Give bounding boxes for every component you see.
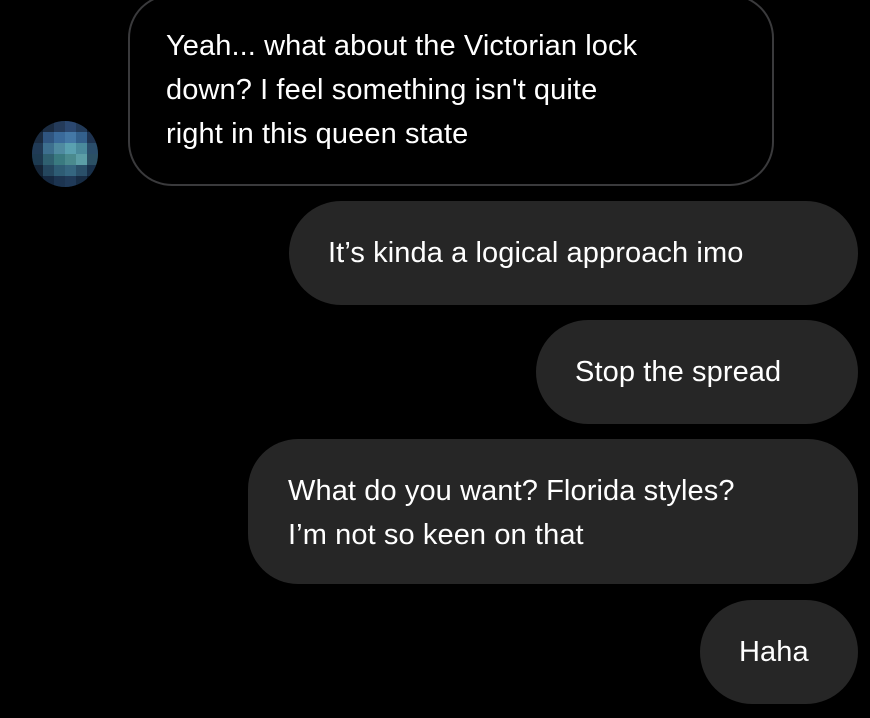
- outgoing-message-bubble[interactable]: What do you want? Florida styles? I’m no…: [248, 439, 858, 584]
- incoming-message-bubble[interactable]: Yeah... what about the Victorian lock do…: [128, 0, 774, 186]
- message-thread: Yeah... what about the Victorian lock do…: [0, 0, 870, 718]
- contact-avatar[interactable]: [32, 121, 98, 187]
- outgoing-message-bubble[interactable]: It’s kinda a logical approach imo: [289, 201, 858, 305]
- outgoing-message-bubble[interactable]: Stop the spread: [536, 320, 858, 424]
- outgoing-message-bubble[interactable]: Haha: [700, 600, 858, 704]
